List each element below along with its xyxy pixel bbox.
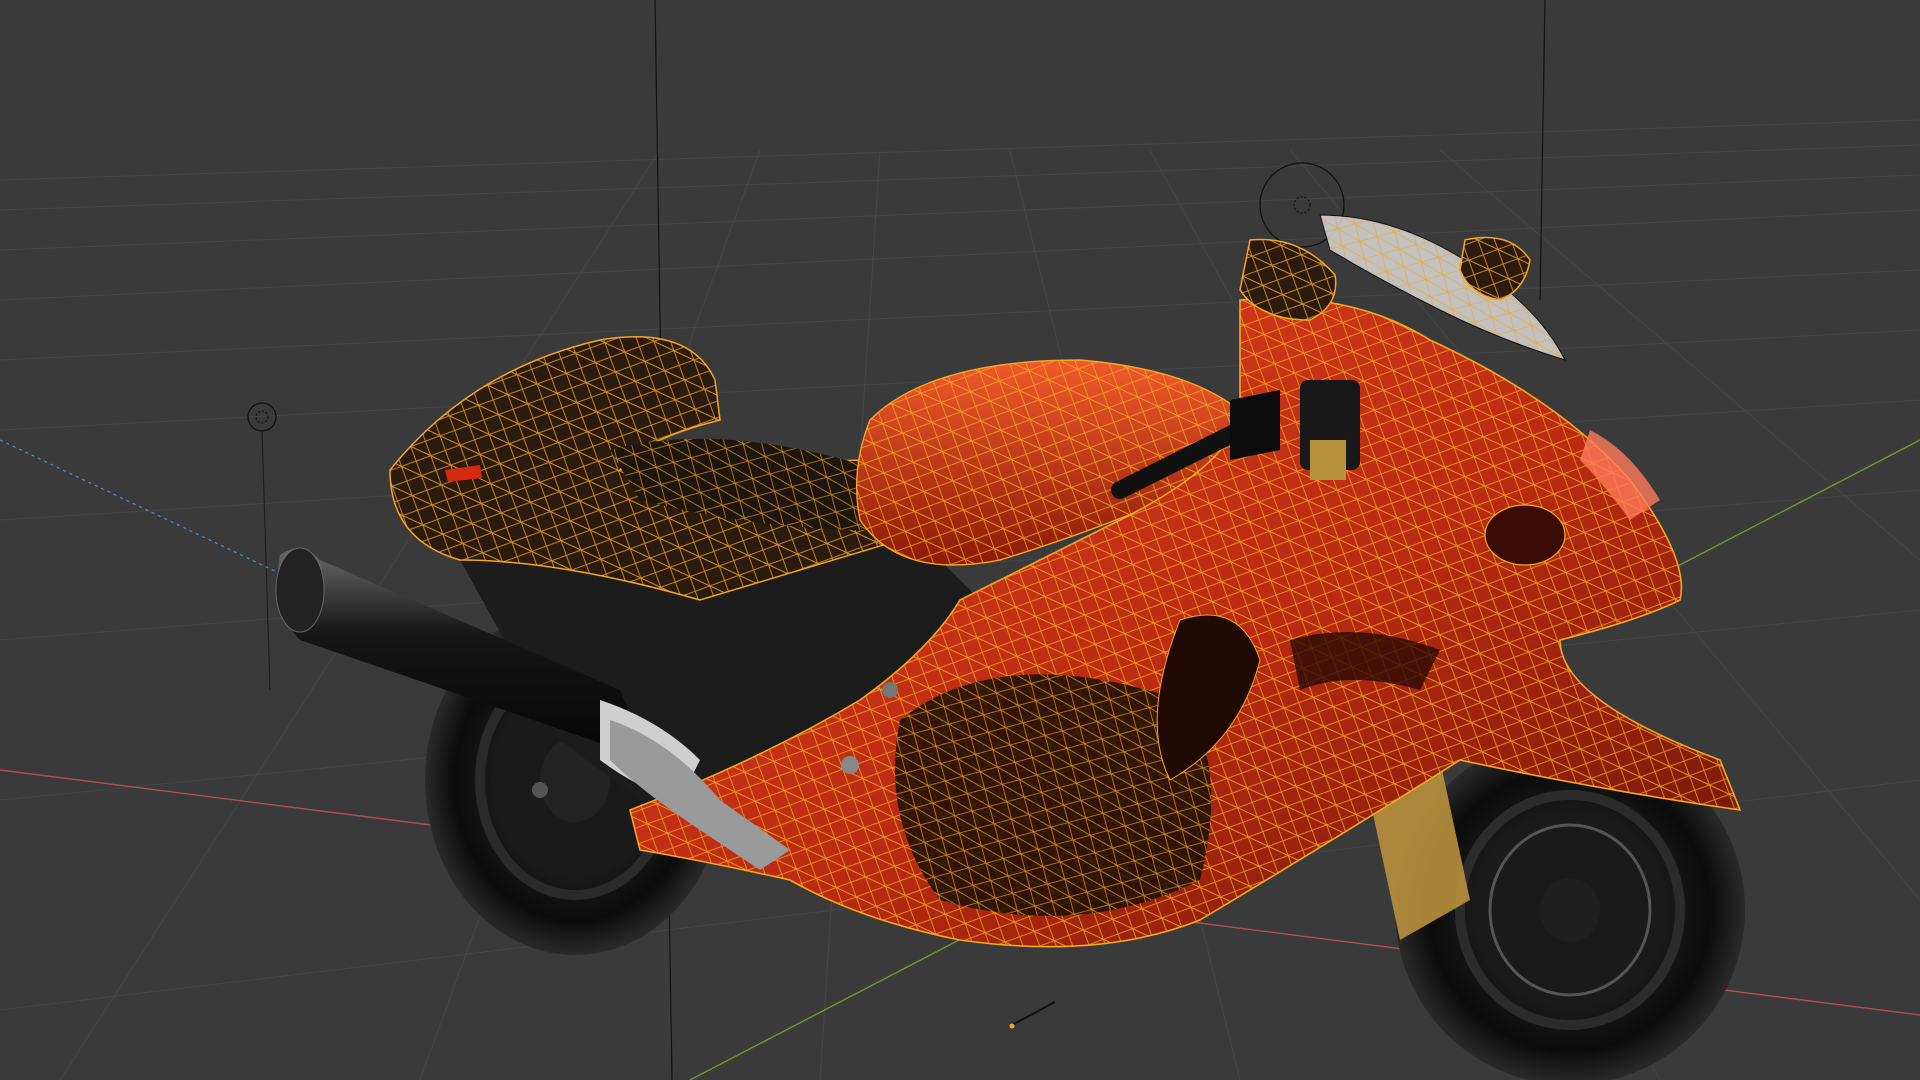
3d-viewport[interactable] — [0, 0, 1920, 1080]
object-origin-icon — [1009, 1001, 1056, 1029]
light-line-short — [261, 429, 271, 691]
headlight — [1484, 504, 1566, 566]
light-line-right — [1539, 0, 1546, 301]
viewport-canvas[interactable] — [0, 0, 1920, 1080]
